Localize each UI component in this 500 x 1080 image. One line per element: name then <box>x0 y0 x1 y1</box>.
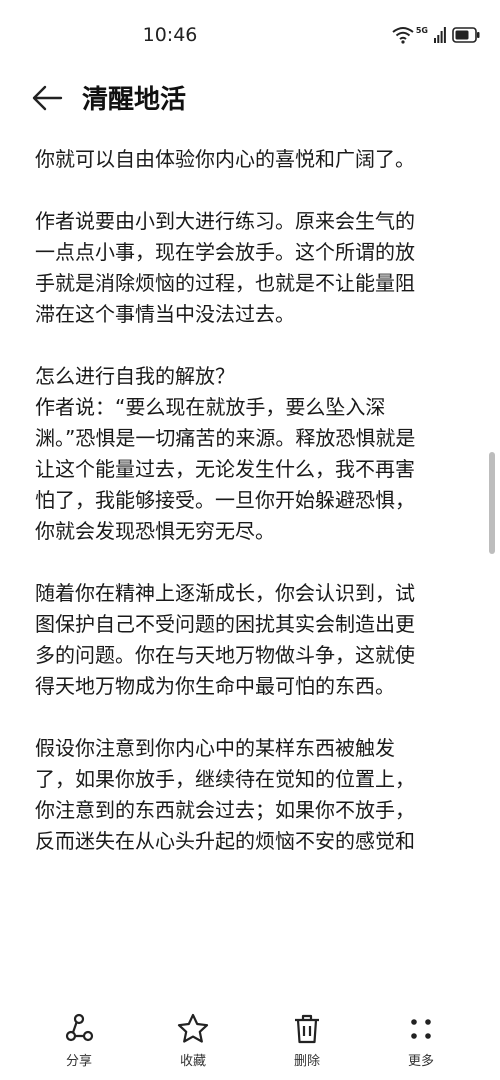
text-line: 你就会发现恐惧无穷无尽。 <box>35 519 275 543</box>
text-line: 渊。”恐惧是一切痛苦的来源。释放恐惧就是 <box>35 426 416 450</box>
text-line: 作者说：“要么现在就放手，要么坠入深 <box>35 395 386 419</box>
more-label: 更多 <box>407 1054 434 1069</box>
wifi-icon <box>392 27 414 44</box>
text-line: 你注意到的东西就会过去；如果你不放手， <box>35 798 415 822</box>
paragraph: 随着你在精神上逐渐成长，你会认识到，试 图保护自己不受问题的困扰其实会制造出更 … <box>35 578 475 702</box>
paragraph: 假设你注意到你内心中的某样东西被触发 了，如果你放手，继续待在觉知的位置上， 你… <box>35 733 475 857</box>
star-icon <box>177 1013 209 1043</box>
status-bar: 10:46 5G <box>0 0 500 72</box>
trash-icon <box>295 1014 319 1044</box>
text-line: 滞在这个事情当中没法过去。 <box>35 302 295 326</box>
text-line: 怎么进行自我的解放？ <box>35 364 235 388</box>
bottom-toolbar: 分享 收藏 删除 更多 <box>0 1002 500 1080</box>
paragraph: 作者说要由小到大进行练习。原来会生气的 一点点小事，现在学会放手。这个所谓的放 … <box>35 206 475 330</box>
text-line: 了，如果你放手，继续待在觉知的位置上， <box>35 767 415 791</box>
status-icons: 5G <box>392 26 480 44</box>
text-line: 手就是消除烦恼的过程，也就是不让能量阻 <box>35 271 415 295</box>
text-line: 反而迷失在从心头升起的烦恼不安的感觉和 <box>35 829 415 853</box>
delete-label: 删除 <box>293 1054 320 1069</box>
delete-button[interactable]: 删除 <box>272 1012 342 1069</box>
header: 清醒地活 <box>0 72 500 128</box>
text-line: 一点点小事，现在学会放手。这个所谓的放 <box>35 240 415 264</box>
paragraph: 怎么进行自我的解放？ 作者说：“要么现在就放手，要么坠入深 渊。”恐惧是一切痛苦… <box>35 361 475 547</box>
text-line: 怕了，我能够接受。一旦你开始躲避恐惧， <box>35 488 415 512</box>
text-line: 图保护自己不受问题的困扰其实会制造出更 <box>35 612 415 636</box>
text-line: 作者说要由小到大进行练习。原来会生气的 <box>35 209 415 233</box>
status-time: 10:46 <box>142 24 198 46</box>
share-icon <box>65 1013 94 1042</box>
favorite-label: 收藏 <box>179 1054 206 1069</box>
share-button[interactable]: 分享 <box>44 1012 114 1069</box>
scrollbar-thumb[interactable] <box>489 452 495 554</box>
text-line: 假设你注意到你内心中的某样东西被触发 <box>35 736 395 760</box>
note-content[interactable]: 你就可以自由体验你内心的喜悦和广阔了。 作者说要由小到大进行练习。原来会生气的 … <box>35 144 475 888</box>
text-line: 让这个能量过去，无论发生什么，我不再害 <box>35 457 415 481</box>
favorite-button[interactable]: 收藏 <box>158 1012 228 1069</box>
paragraph: 你就可以自由体验你内心的喜悦和广阔了。 <box>35 144 475 175</box>
more-dots-icon <box>411 1019 431 1039</box>
text-line: 你就可以自由体验你内心的喜悦和广阔了。 <box>35 147 415 171</box>
more-button[interactable]: 更多 <box>386 1012 456 1069</box>
page-title: 清醒地活 <box>82 85 187 115</box>
text-line: 多的问题。你在与天地万物做斗争，这就使 <box>35 643 415 667</box>
share-label: 分享 <box>65 1054 92 1069</box>
network-type-label: 5G <box>415 25 428 35</box>
text-line: 得天地万物成为你生命中最可怕的东西。 <box>35 674 395 698</box>
battery-icon <box>452 27 480 43</box>
arrow-left-icon <box>32 85 63 111</box>
signal-icon <box>434 27 446 43</box>
back-button[interactable] <box>30 82 70 118</box>
text-line: 随着你在精神上逐渐成长，你会认识到，试 <box>35 581 415 605</box>
